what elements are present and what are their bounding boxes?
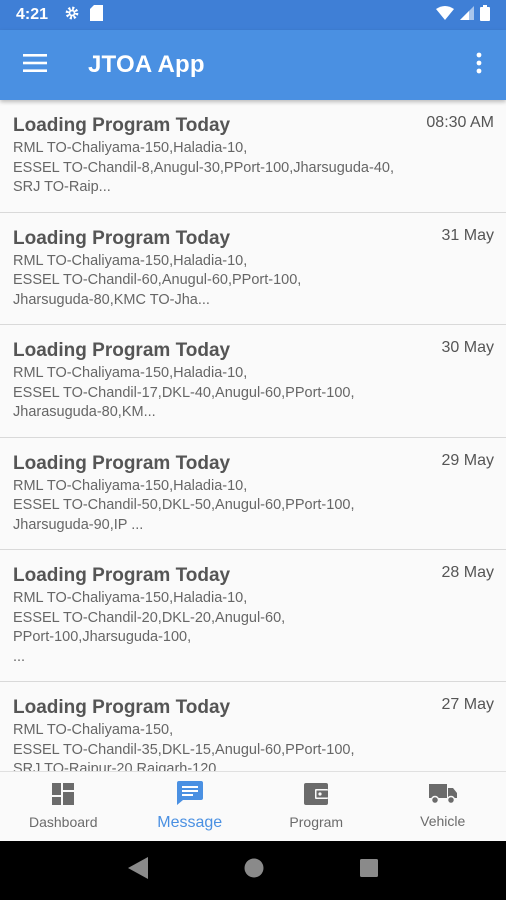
message-date: 30 May: [441, 339, 494, 356]
message-preview: RML TO-Chaliyama-150, ESSEL TO-Chandil-3…: [13, 722, 355, 771]
message-date: 29 May: [441, 451, 494, 469]
truck-icon: [428, 784, 457, 809]
message-item[interactable]: Loading Program Today 27 May RML TO-Chal…: [0, 682, 506, 771]
message-date: 27 May: [441, 696, 494, 713]
signal-icon: [460, 5, 474, 25]
bottom-navigation: Dashboard Message Program Vehicle: [0, 771, 506, 841]
nav-label: Vehicle: [420, 813, 466, 829]
menu-button[interactable]: [0, 30, 70, 100]
message-title: Loading Program Today: [13, 340, 231, 361]
system-navigation-bar: [0, 841, 506, 900]
hamburger-menu-icon: [23, 53, 47, 77]
settings-gear-icon: [64, 5, 80, 26]
message-title: Loading Program Today: [13, 115, 231, 136]
message-item[interactable]: Loading Program Today 31 May RML TO-Chal…: [0, 212, 506, 325]
message-preview: RML TO-Chaliyama-150,Haladia-10, ESSEL T…: [13, 252, 302, 308]
wallet-icon: [304, 783, 329, 810]
message-title: Loading Program Today: [13, 697, 231, 718]
message-preview: RML TO-Chaliyama-150,Haladia-10, ESSEL T…: [13, 477, 355, 533]
app-title: JTOA App: [88, 51, 205, 78]
nav-label: Message: [157, 814, 223, 831]
dashboard-icon: [52, 783, 75, 810]
overflow-menu-button[interactable]: [452, 30, 506, 100]
message-preview: RML TO-Chaliyama-150,Haladia-10, ESSEL T…: [13, 590, 286, 665]
message-item[interactable]: Loading Program Today 08:30 AM RML TO-Ch…: [0, 100, 506, 213]
battery-icon: [480, 4, 490, 26]
home-icon[interactable]: [244, 858, 264, 883]
message-item[interactable]: Loading Program Today 29 May RML TO-Chal…: [0, 437, 506, 550]
app-bar: JTOA App: [0, 30, 506, 100]
message-item[interactable]: Loading Program Today 30 May RML TO-Chal…: [0, 325, 506, 438]
status-time: 4:21: [16, 6, 49, 23]
message-icon: [176, 781, 203, 810]
nav-message[interactable]: Message: [127, 772, 254, 841]
message-title: Loading Program Today: [13, 565, 231, 586]
nav-dashboard[interactable]: Dashboard: [0, 772, 127, 841]
message-item[interactable]: Loading Program Today 28 May RML TO-Chal…: [0, 550, 506, 682]
message-list: Loading Program Today 08:30 AM RML TO-Ch…: [0, 100, 506, 771]
nav-program[interactable]: Program: [253, 772, 380, 841]
wifi-icon: [436, 5, 454, 25]
nav-vehicle[interactable]: Vehicle: [380, 772, 506, 841]
more-vertical-icon: [476, 52, 482, 79]
recents-icon[interactable]: [360, 859, 378, 882]
nav-label: Program: [289, 814, 344, 830]
message-preview: RML TO-Chaliyama-150,Haladia-10, ESSEL T…: [13, 365, 355, 420]
message-title: Loading Program Today: [13, 452, 231, 474]
message-date: 28 May: [441, 564, 494, 581]
status-bar: 4:21: [0, 0, 506, 30]
message-preview: RML TO-Chaliyama-150,Haladia-10, ESSEL T…: [13, 140, 394, 195]
back-icon[interactable]: [128, 857, 148, 884]
message-title: Loading Program Today: [13, 227, 231, 249]
message-date: 08:30 AM: [426, 114, 494, 131]
message-date: 31 May: [441, 226, 494, 244]
sd-card-icon: [90, 4, 104, 26]
nav-label: Dashboard: [29, 814, 98, 830]
